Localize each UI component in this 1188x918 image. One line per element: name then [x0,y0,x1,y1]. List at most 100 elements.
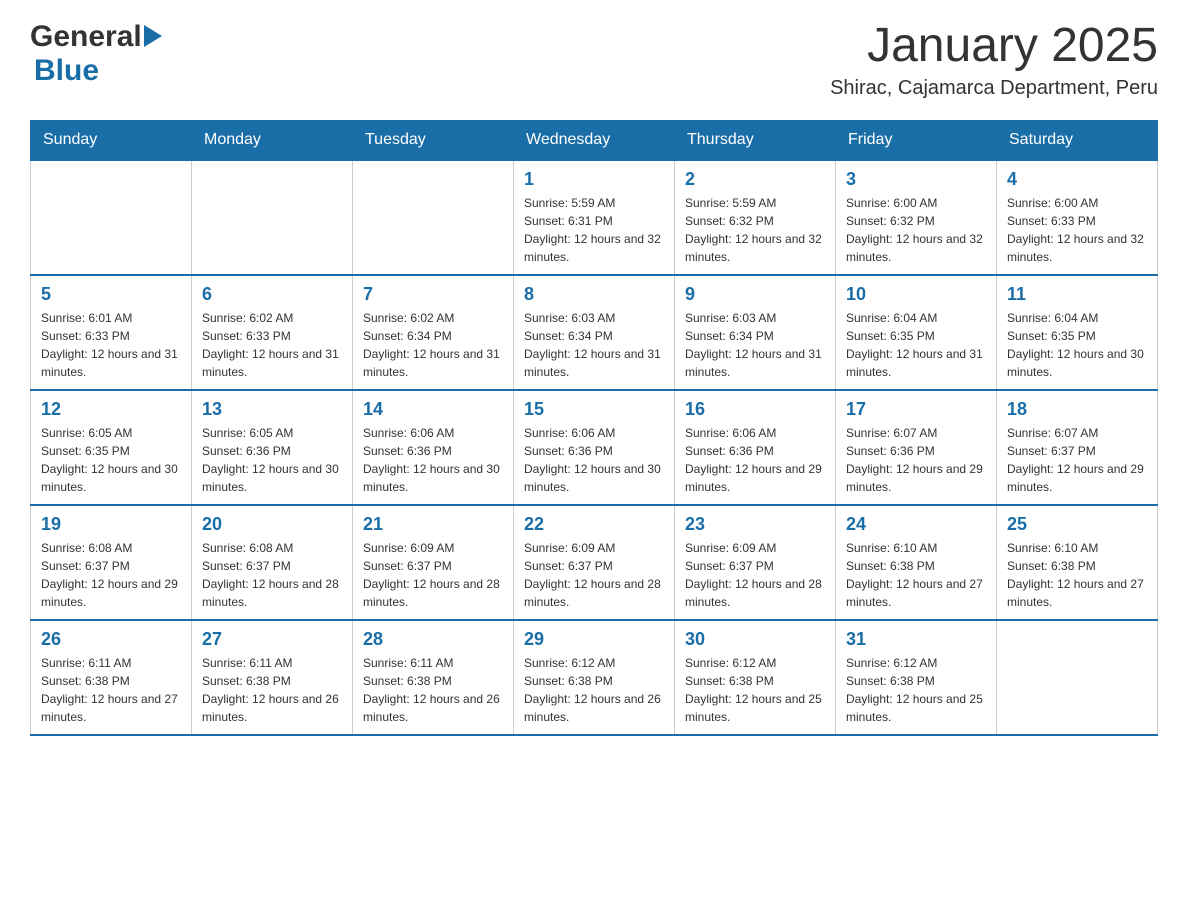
day-number: 6 [202,284,342,305]
day-number: 25 [1007,514,1147,535]
month-title: January 2025 [830,20,1158,73]
day-number: 22 [524,514,664,535]
day-cell: 17Sunrise: 6:07 AMSunset: 6:36 PMDayligh… [836,390,997,505]
day-number: 4 [1007,169,1147,190]
day-info: Sunrise: 6:00 AMSunset: 6:32 PMDaylight:… [846,194,986,266]
day-info: Sunrise: 6:05 AMSunset: 6:35 PMDaylight:… [41,424,181,496]
day-info: Sunrise: 6:12 AMSunset: 6:38 PMDaylight:… [524,654,664,726]
week-row-2: 5 Sunrise: 6:01 AMSunset: 6:33 PMDaylight… [31,275,1158,390]
day-info: Sunrise: 5:59 AMSunset: 6:31 PMDaylight:… [524,194,664,266]
day-cell: 2 Sunrise: 5:59 AMSunset: 6:32 PMDaylight… [675,160,836,275]
logo-blue: Blue [34,54,99,87]
day-info: Sunrise: 6:02 AMSunset: 6:33 PMDaylight:… [202,309,342,381]
day-cell: 4 Sunrise: 6:00 AMSunset: 6:33 PMDaylight… [997,160,1158,275]
day-number: 23 [685,514,825,535]
day-cell: 20 Sunrise: 6:08 AMSunset: 6:37 PMDayligh… [192,505,353,620]
logo-triangle-icon [144,25,162,47]
day-info: Sunrise: 6:09 AMSunset: 6:37 PMDaylight:… [363,539,503,611]
day-cell: 26Sunrise: 6:11 AMSunset: 6:38 PMDayligh… [31,620,192,735]
day-info: Sunrise: 6:04 AMSunset: 6:35 PMDaylight:… [1007,309,1147,381]
day-cell: 31 Sunrise: 6:12 AMSunset: 6:38 PMDayligh… [836,620,997,735]
day-number: 10 [846,284,986,305]
location-title: Shirac, Cajamarca Department, Peru [830,77,1158,100]
header-row: SundayMondayTuesdayWednesdayThursdayFrid… [31,120,1158,160]
day-cell: 1Sunrise: 5:59 AMSunset: 6:31 PMDaylight… [514,160,675,275]
day-info: Sunrise: 6:07 AMSunset: 6:37 PMDaylight:… [1007,424,1147,496]
day-cell: 10Sunrise: 6:04 AMSunset: 6:35 PMDayligh… [836,275,997,390]
day-number: 18 [1007,399,1147,420]
day-info: Sunrise: 6:06 AMSunset: 6:36 PMDaylight:… [685,424,825,496]
day-info: Sunrise: 5:59 AMSunset: 6:32 PMDaylight:… [685,194,825,266]
day-number: 13 [202,399,342,420]
day-number: 15 [524,399,664,420]
logo-general: General [30,20,142,54]
day-number: 20 [202,514,342,535]
day-cell: 28 Sunrise: 6:11 AMSunset: 6:38 PMDayligh… [353,620,514,735]
day-cell [997,620,1158,735]
week-row-5: 26Sunrise: 6:11 AMSunset: 6:38 PMDayligh… [31,620,1158,735]
day-cell: 23 Sunrise: 6:09 AMSunset: 6:37 PMDayligh… [675,505,836,620]
calendar-header: SundayMondayTuesdayWednesdayThursdayFrid… [31,120,1158,160]
day-cell: 19Sunrise: 6:08 AMSunset: 6:37 PMDayligh… [31,505,192,620]
day-cell: 12 Sunrise: 6:05 AMSunset: 6:35 PMDayligh… [31,390,192,505]
day-cell [353,160,514,275]
day-number: 30 [685,629,825,650]
day-number: 27 [202,629,342,650]
day-info: Sunrise: 6:08 AMSunset: 6:37 PMDaylight:… [202,539,342,611]
header-cell-tuesday: Tuesday [353,120,514,160]
day-cell: 8 Sunrise: 6:03 AMSunset: 6:34 PMDaylight… [514,275,675,390]
day-number: 28 [363,629,503,650]
day-number: 5 [41,284,181,305]
page-header: General Blue January 2025 Shirac, Cajama… [30,20,1158,100]
day-cell: 15 Sunrise: 6:06 AMSunset: 6:36 PMDayligh… [514,390,675,505]
header-cell-sunday: Sunday [31,120,192,160]
day-number: 2 [685,169,825,190]
day-cell: 16 Sunrise: 6:06 AMSunset: 6:36 PMDayligh… [675,390,836,505]
day-info: Sunrise: 6:00 AMSunset: 6:33 PMDaylight:… [1007,194,1147,266]
header-cell-wednesday: Wednesday [514,120,675,160]
day-cell: 27 Sunrise: 6:11 AMSunset: 6:38 PMDayligh… [192,620,353,735]
day-cell: 22 Sunrise: 6:09 AMSunset: 6:37 PMDayligh… [514,505,675,620]
day-number: 21 [363,514,503,535]
day-info: Sunrise: 6:09 AMSunset: 6:37 PMDaylight:… [685,539,825,611]
logo: General Blue [30,20,162,88]
day-cell: 18 Sunrise: 6:07 AMSunset: 6:37 PMDayligh… [997,390,1158,505]
day-cell [192,160,353,275]
day-number: 12 [41,399,181,420]
day-cell: 29 Sunrise: 6:12 AMSunset: 6:38 PMDayligh… [514,620,675,735]
day-info: Sunrise: 6:06 AMSunset: 6:36 PMDaylight:… [524,424,664,496]
day-info: Sunrise: 6:11 AMSunset: 6:38 PMDaylight:… [363,654,503,726]
week-row-1: 1Sunrise: 5:59 AMSunset: 6:31 PMDaylight… [31,160,1158,275]
day-info: Sunrise: 6:12 AMSunset: 6:38 PMDaylight:… [846,654,986,726]
day-cell: 7 Sunrise: 6:02 AMSunset: 6:34 PMDaylight… [353,275,514,390]
header-cell-friday: Friday [836,120,997,160]
day-number: 31 [846,629,986,650]
day-info: Sunrise: 6:08 AMSunset: 6:37 PMDaylight:… [41,539,181,611]
header-cell-monday: Monday [192,120,353,160]
day-info: Sunrise: 6:11 AMSunset: 6:38 PMDaylight:… [202,654,342,726]
day-number: 7 [363,284,503,305]
week-row-4: 19Sunrise: 6:08 AMSunset: 6:37 PMDayligh… [31,505,1158,620]
day-info: Sunrise: 6:05 AMSunset: 6:36 PMDaylight:… [202,424,342,496]
day-info: Sunrise: 6:11 AMSunset: 6:38 PMDaylight:… [41,654,181,726]
day-number: 24 [846,514,986,535]
calendar-table: SundayMondayTuesdayWednesdayThursdayFrid… [30,120,1158,736]
day-info: Sunrise: 6:01 AMSunset: 6:33 PMDaylight:… [41,309,181,381]
day-cell: 6 Sunrise: 6:02 AMSunset: 6:33 PMDaylight… [192,275,353,390]
day-number: 8 [524,284,664,305]
day-info: Sunrise: 6:02 AMSunset: 6:34 PMDaylight:… [363,309,503,381]
day-number: 9 [685,284,825,305]
day-number: 29 [524,629,664,650]
header-cell-thursday: Thursday [675,120,836,160]
calendar-body: 1Sunrise: 5:59 AMSunset: 6:31 PMDaylight… [31,160,1158,735]
day-info: Sunrise: 6:07 AMSunset: 6:36 PMDaylight:… [846,424,986,496]
day-info: Sunrise: 6:03 AMSunset: 6:34 PMDaylight:… [524,309,664,381]
day-cell: 3Sunrise: 6:00 AMSunset: 6:32 PMDaylight… [836,160,997,275]
day-cell: 21 Sunrise: 6:09 AMSunset: 6:37 PMDayligh… [353,505,514,620]
day-info: Sunrise: 6:03 AMSunset: 6:34 PMDaylight:… [685,309,825,381]
day-info: Sunrise: 6:12 AMSunset: 6:38 PMDaylight:… [685,654,825,726]
day-number: 16 [685,399,825,420]
day-info: Sunrise: 6:06 AMSunset: 6:36 PMDaylight:… [363,424,503,496]
day-info: Sunrise: 6:09 AMSunset: 6:37 PMDaylight:… [524,539,664,611]
day-number: 11 [1007,284,1147,305]
